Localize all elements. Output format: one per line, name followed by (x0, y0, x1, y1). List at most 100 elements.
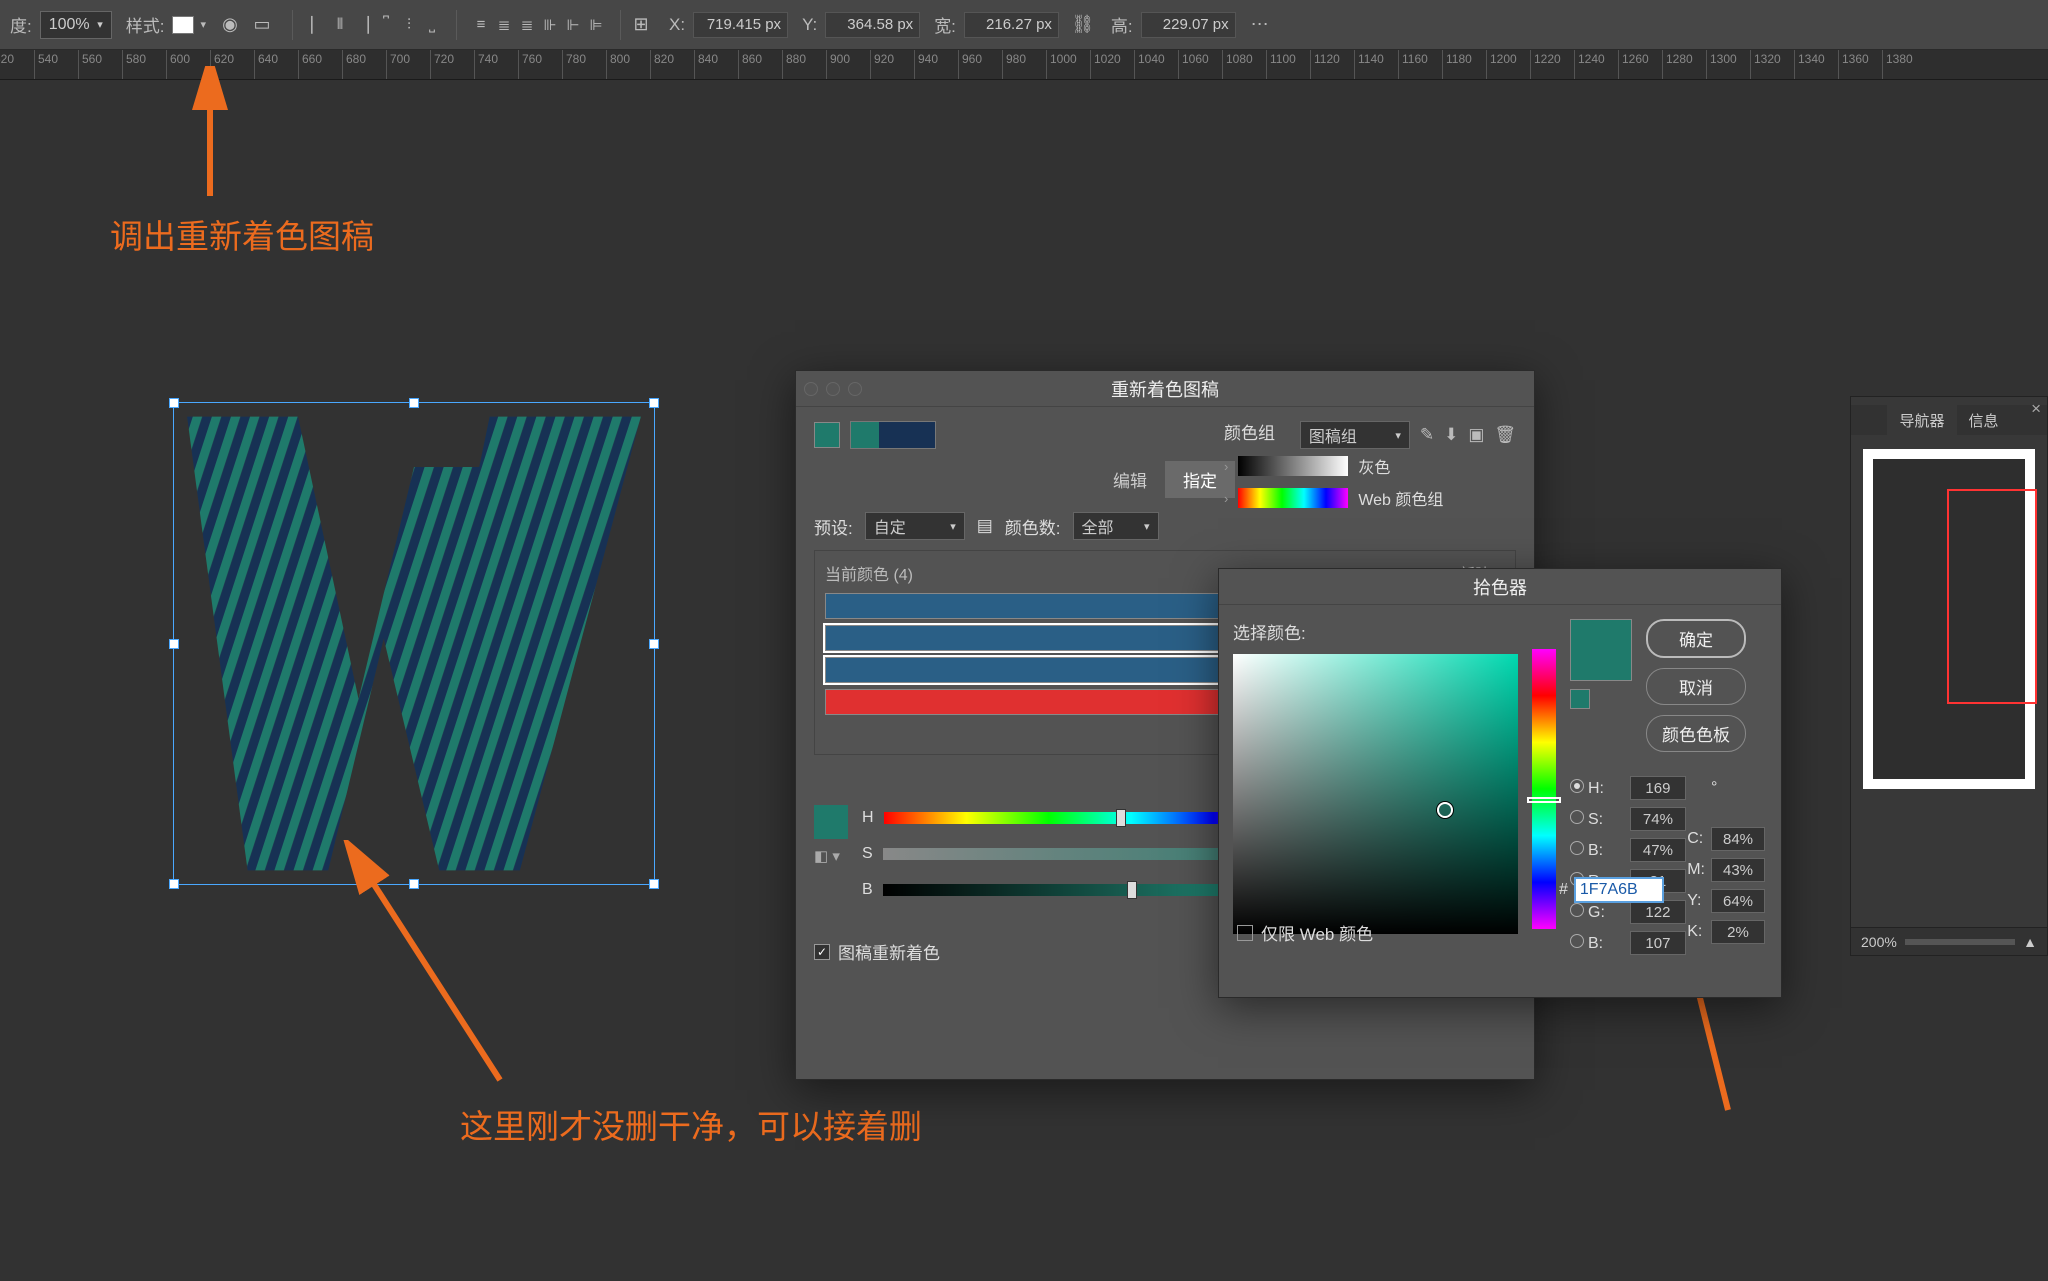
toolbar-divider (456, 10, 457, 40)
handle-top-left[interactable] (169, 398, 179, 408)
handle-bottom-left[interactable] (169, 879, 179, 889)
current-color-preview[interactable] (814, 805, 848, 839)
align-vcenter-icon[interactable]: ⫶ (399, 15, 419, 35)
win-close-icon[interactable] (804, 382, 818, 396)
w-input[interactable] (964, 12, 1059, 38)
dist-1-icon[interactable]: ≡ (471, 15, 491, 35)
annotation-arrow-bottom-left (340, 840, 520, 1090)
align-left-icon[interactable]: ▏ (307, 15, 327, 35)
preset-options-icon[interactable]: ▤ (977, 516, 993, 536)
bv-radio[interactable] (1570, 841, 1584, 855)
navigator-viewport-box[interactable] (1947, 489, 2037, 704)
link-wh-icon[interactable]: ⛓ (1069, 11, 1097, 39)
panel-close-icon[interactable]: × (2031, 399, 2041, 419)
dist-5-icon[interactable]: ⊩ (563, 15, 583, 35)
align-buttons-group: ▏⫴▕ ⎴⫶⎵ (307, 15, 442, 35)
s-radio[interactable] (1570, 810, 1584, 824)
hue-cursor[interactable] (1527, 797, 1561, 803)
saturation-value-field[interactable] (1233, 654, 1518, 934)
align-hcenter-icon[interactable]: ⫴ (330, 15, 350, 35)
picker-h-input[interactable] (1630, 776, 1686, 800)
y-label: Y: (802, 15, 817, 35)
b-radio[interactable] (1570, 934, 1584, 948)
active-color-swatch[interactable] (814, 422, 840, 448)
color-group-item[interactable]: ›Web 颜色组 (1224, 486, 1520, 510)
picker-c-input[interactable] (1711, 827, 1765, 851)
style-swatch[interactable] (172, 16, 194, 34)
g-radio[interactable] (1570, 903, 1584, 917)
artwork-w-logo[interactable] (177, 406, 651, 881)
handle-mid-left[interactable] (169, 639, 179, 649)
color-group-item[interactable]: ›灰色 (1224, 454, 1520, 478)
align-bottom-icon[interactable]: ⎵ (422, 15, 442, 35)
preset-select[interactable]: 自定 (865, 512, 965, 540)
tab-info[interactable]: 信息 (1957, 405, 2011, 435)
handle-mid-right[interactable] (649, 639, 659, 649)
h-input[interactable] (1141, 12, 1236, 38)
hex-input[interactable] (1574, 877, 1664, 903)
opacity-select[interactable]: 100% (40, 11, 112, 39)
recolor-artwork-icon[interactable]: ◉ (216, 11, 244, 39)
zoom-value[interactable]: 200% (1861, 934, 1897, 950)
recolor-dialog-title-bar[interactable]: 重新着色图稿 (796, 371, 1534, 407)
recolor-artwork-checkbox[interactable]: ✓ (814, 944, 830, 960)
win-min-icon[interactable] (826, 382, 840, 396)
zoom-slider[interactable] (1905, 939, 2015, 945)
picker-y-input[interactable] (1711, 889, 1765, 913)
color-swatches-button[interactable]: 颜色色板 (1646, 715, 1746, 752)
dist-3-icon[interactable]: ≣ (517, 15, 537, 35)
picker-bv-input[interactable] (1630, 838, 1686, 862)
color-group-swatch-row[interactable] (850, 421, 936, 449)
tab-edit[interactable]: 编辑 (1095, 461, 1165, 498)
navigator-thumbnail[interactable] (1863, 449, 2035, 789)
picker-s-input[interactable] (1630, 807, 1686, 831)
color-picker-dialog: 拾色器 选择颜色: 确定 取消 颜色色板 (1218, 568, 1782, 998)
transform-icon[interactable]: ⊞ (627, 11, 655, 39)
picker-g-input[interactable] (1630, 900, 1686, 924)
picker-m-input[interactable] (1711, 858, 1765, 882)
new-current-swatch (1570, 619, 1632, 681)
annotation-arrow-top (180, 66, 240, 206)
handle-top-right[interactable] (649, 398, 659, 408)
picker-ok-button[interactable]: 确定 (1646, 619, 1746, 658)
annotation-text-bottom: 这里刚才没删干净，可以接着删 (460, 1100, 922, 1148)
dist-6-icon[interactable]: ⊫ (586, 15, 606, 35)
dist-4-icon[interactable]: ⊪ (540, 15, 560, 35)
recolor-dialog-title: 重新着色图稿 (1111, 376, 1219, 402)
navigator-panel: × 导航器 信息 200% ▲ (1850, 396, 2048, 956)
y-input[interactable] (825, 12, 920, 38)
b-slider-label: B (862, 881, 873, 899)
h-radio[interactable] (1570, 779, 1584, 793)
colors-count-select[interactable]: 全部 (1073, 512, 1159, 540)
dist-2-icon[interactable]: ≣ (494, 15, 514, 35)
web-only-checkbox[interactable] (1237, 925, 1253, 941)
toolbar-divider (292, 10, 293, 40)
horizontal-ruler: 5205405605806006206406606807007207407607… (0, 50, 2048, 80)
colors-label: 颜色数: (1005, 514, 1061, 539)
current-colors-label: 当前颜色 (4) (825, 561, 913, 585)
picker-k-input[interactable] (1711, 920, 1765, 944)
handle-top-mid[interactable] (409, 398, 419, 408)
options-toolbar: 度: 100% 样式: ▾ ◉ ▭ ▏⫴▕ ⎴⫶⎵ ≡≣≣ ⊪⊩⊫ ⊞ X: Y… (0, 0, 2048, 50)
picker-cancel-button[interactable]: 取消 (1646, 668, 1746, 705)
hue-slider-bar[interactable] (1532, 649, 1556, 929)
picker-title-bar[interactable]: 拾色器 (1219, 569, 1781, 605)
win-max-icon[interactable] (848, 382, 862, 396)
color-groups-label: 颜色组 (1224, 419, 1520, 444)
color-groups-panel: 颜色组 ›灰色 ›Web 颜色组 (1224, 419, 1520, 518)
handle-bottom-right[interactable] (649, 879, 659, 889)
color-mode-icon[interactable]: ◧ ▾ (814, 847, 848, 865)
websafe-swatch[interactable] (1570, 689, 1590, 709)
picker-b-input[interactable] (1630, 931, 1686, 955)
x-input[interactable] (693, 12, 788, 38)
align-top-icon[interactable]: ⎴ (376, 15, 396, 35)
doc-setup-icon[interactable]: ▭ (248, 11, 276, 39)
preset-label: 预设: (814, 514, 853, 539)
align-right-icon[interactable]: ▕ (353, 15, 373, 35)
picker-title: 拾色器 (1473, 574, 1527, 600)
web-only-label: 仅限 Web 颜色 (1261, 920, 1373, 945)
sv-cursor[interactable] (1437, 802, 1453, 818)
tab-navigator[interactable]: 导航器 (1887, 405, 1956, 435)
more-icon[interactable]: ⋯ (1246, 11, 1274, 39)
zoom-in-icon[interactable]: ▲ (2023, 934, 2037, 950)
